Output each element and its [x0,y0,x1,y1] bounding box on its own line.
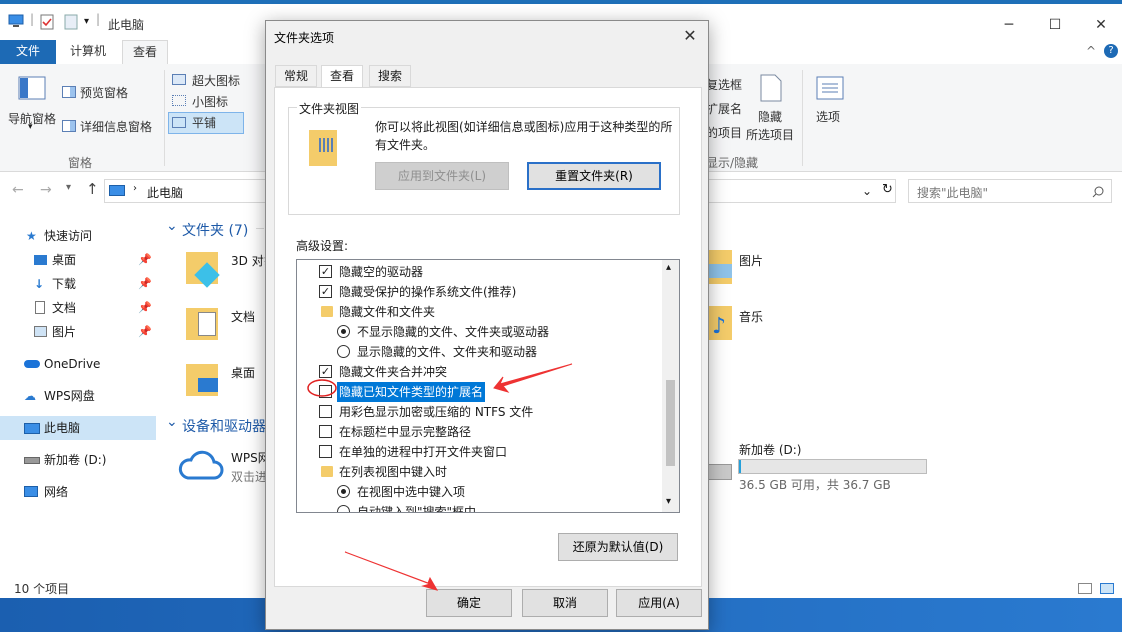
annotation-arrow-extensions [493,363,573,393]
annotation-circle [307,379,337,397]
annotation-overlay [307,363,573,591]
annotation-arrow-ok [344,551,439,591]
